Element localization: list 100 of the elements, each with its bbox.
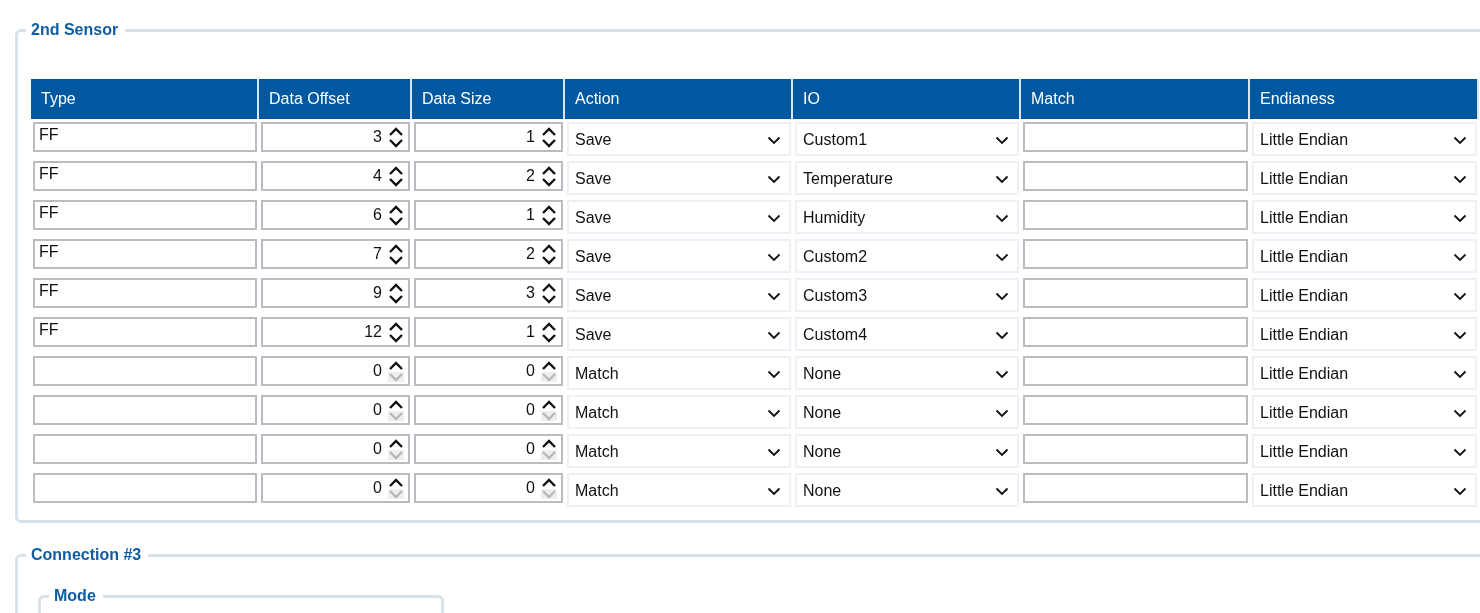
dropdown[interactable]: Custom3: [795, 278, 1019, 312]
type-field[interactable]: FF: [33, 161, 257, 191]
dropdown[interactable]: Save: [567, 239, 791, 273]
match-field[interactable]: [1023, 200, 1248, 230]
dropdown[interactable]: Little Endian: [1252, 395, 1477, 429]
number-spinner[interactable]: 7: [261, 239, 410, 269]
number-spinner[interactable]: 0: [414, 356, 563, 386]
dropdown[interactable]: None: [795, 473, 1019, 507]
number-spinner[interactable]: 0: [261, 356, 410, 386]
dropdown[interactable]: Little Endian: [1252, 278, 1477, 312]
dropdown[interactable]: Match: [567, 473, 791, 507]
dropdown[interactable]: Match: [567, 434, 791, 468]
column-header: IO: [793, 79, 1021, 119]
dropdown[interactable]: Custom1: [795, 122, 1019, 156]
number-spinner[interactable]: 1: [414, 200, 563, 230]
number-spinner[interactable]: 0: [414, 434, 563, 464]
chevron-down-icon: [995, 213, 1009, 223]
dropdown[interactable]: Little Endian: [1252, 473, 1477, 507]
chevron-down-icon: [767, 135, 781, 145]
number-spinner[interactable]: 3: [261, 122, 410, 152]
column-header: Data Size: [412, 79, 565, 119]
chevron-down-icon: [1453, 447, 1467, 457]
dropdown[interactable]: Little Endian: [1252, 356, 1477, 390]
dropdown[interactable]: None: [795, 434, 1019, 468]
dropdown[interactable]: Save: [567, 122, 791, 156]
spinner-value: 12: [364, 323, 382, 341]
spinner-value: 2: [526, 167, 535, 185]
dropdown[interactable]: Custom2: [795, 239, 1019, 273]
chevron-down-icon: [995, 174, 1009, 184]
match-field[interactable]: [1023, 395, 1248, 425]
number-spinner[interactable]: 4: [261, 161, 410, 191]
match-field[interactable]: [1023, 473, 1248, 503]
match-field[interactable]: [1023, 122, 1248, 152]
dropdown[interactable]: Little Endian: [1252, 200, 1477, 234]
spinner-value: 0: [526, 440, 535, 458]
spinner-value: 3: [373, 128, 382, 146]
type-field[interactable]: FF: [33, 278, 257, 308]
column-header: Endianess: [1250, 79, 1479, 119]
spinner-value: 0: [526, 479, 535, 497]
match-field[interactable]: [1023, 434, 1248, 464]
dropdown[interactable]: Save: [567, 161, 791, 195]
chevron-down-icon: [995, 135, 1009, 145]
dropdown[interactable]: Temperature: [795, 161, 1019, 195]
number-spinner[interactable]: 1: [414, 317, 563, 347]
chevron-down-icon: [1453, 252, 1467, 262]
type-field[interactable]: FF: [33, 122, 257, 152]
dropdown[interactable]: Little Endian: [1252, 434, 1477, 468]
chevron-down-icon: [1453, 369, 1467, 379]
number-spinner[interactable]: 3: [414, 278, 563, 308]
spinner-value: 0: [373, 401, 382, 419]
dropdown[interactable]: Humidity: [795, 200, 1019, 234]
match-field[interactable]: [1023, 239, 1248, 269]
dropdown[interactable]: Little Endian: [1252, 317, 1477, 351]
chevron-down-icon: [995, 369, 1009, 379]
number-spinner[interactable]: 0: [261, 473, 410, 503]
match-field[interactable]: [1023, 161, 1248, 191]
number-spinner[interactable]: 0: [261, 434, 410, 464]
dropdown[interactable]: Custom4: [795, 317, 1019, 351]
number-spinner[interactable]: 12: [261, 317, 410, 347]
match-field[interactable]: [1023, 356, 1248, 386]
number-spinner[interactable]: 2: [414, 161, 563, 191]
number-spinner[interactable]: 2: [414, 239, 563, 269]
dropdown[interactable]: None: [795, 395, 1019, 429]
dropdown[interactable]: Little Endian: [1252, 239, 1477, 273]
dropdown[interactable]: Match: [567, 395, 791, 429]
match-field[interactable]: [1023, 278, 1248, 308]
dropdown[interactable]: Little Endian: [1252, 122, 1477, 156]
spinner-value: 4: [373, 167, 382, 185]
spinner-value: 0: [373, 440, 382, 458]
type-field[interactable]: [33, 356, 257, 386]
dropdown[interactable]: Save: [567, 200, 791, 234]
number-spinner[interactable]: 6: [261, 200, 410, 230]
dropdown[interactable]: None: [795, 356, 1019, 390]
number-spinner[interactable]: 9: [261, 278, 410, 308]
match-field[interactable]: [1023, 317, 1248, 347]
chevron-down-icon: [1453, 213, 1467, 223]
chevron-down-icon: [995, 252, 1009, 262]
dropdown[interactable]: Match: [567, 356, 791, 390]
dropdown[interactable]: Little Endian: [1252, 161, 1477, 195]
type-field[interactable]: FF: [33, 200, 257, 230]
type-field[interactable]: [33, 473, 257, 503]
number-spinner[interactable]: 1: [414, 122, 563, 152]
chevron-down-icon: [995, 408, 1009, 418]
dropdown[interactable]: Save: [567, 317, 791, 351]
type-field[interactable]: [33, 395, 257, 425]
number-spinner[interactable]: 0: [414, 395, 563, 425]
spinner-value: 2: [526, 245, 535, 263]
spinner-value: 3: [526, 284, 535, 302]
type-field[interactable]: FF: [33, 317, 257, 347]
chevron-down-icon: [767, 369, 781, 379]
type-field[interactable]: [33, 434, 257, 464]
type-field[interactable]: FF: [33, 239, 257, 269]
spinner-value: 9: [373, 284, 382, 302]
chevron-down-icon: [1453, 174, 1467, 184]
dropdown[interactable]: Save: [567, 278, 791, 312]
column-header: Match: [1021, 79, 1250, 119]
number-spinner[interactable]: 0: [414, 473, 563, 503]
number-spinner[interactable]: 0: [261, 395, 410, 425]
chevron-down-icon: [767, 252, 781, 262]
spinner-value: 6: [373, 206, 382, 224]
